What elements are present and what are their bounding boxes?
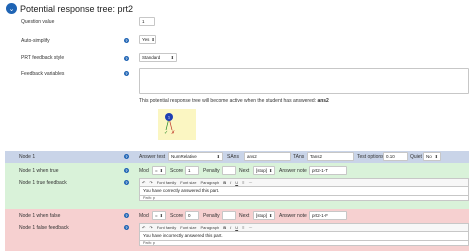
prt-title: Potential response tree: prt2	[20, 3, 134, 14]
false-score-label: Score	[170, 213, 184, 219]
prt-feedback-style-help-icon[interactable]: ?	[124, 56, 129, 61]
redo-icon[interactable]: ↷	[149, 225, 152, 230]
node-help-icon[interactable]: ?	[124, 154, 129, 159]
node-1-label: Node 1	[19, 154, 36, 160]
tans-label: TAns	[293, 154, 305, 160]
feedback-variables-help-icon[interactable]: ?	[124, 71, 129, 76]
list-icon[interactable]: ≡	[242, 225, 244, 230]
true-feedback-label: Node 1 true feedback	[19, 180, 67, 186]
prt-graph: 1 ✓ ✗	[158, 109, 196, 140]
prt-header[interactable]: ⌄ Potential response tree: prt2	[6, 3, 133, 14]
false-penalty-label: Penalty	[203, 213, 220, 219]
true-branch-help-icon[interactable]: ?	[124, 168, 129, 173]
false-branch-help-icon[interactable]: ?	[124, 213, 129, 218]
false-feedback-label: Node 1 false feedback	[19, 225, 69, 231]
auto-simplify-label: Auto-simplify	[21, 38, 50, 44]
true-editor-body[interactable]: You have correctly answered this part.	[139, 187, 469, 195]
false-next-label: Next	[239, 213, 250, 219]
prt-feedback-style-select[interactable]: Standard ⬍	[139, 53, 177, 62]
prt-feedback-style-label: PRT feedback style	[21, 55, 65, 61]
false-editor-body[interactable]: You have incorrectly answered this part.	[139, 232, 469, 240]
select-arrow-icon: ⬍	[159, 168, 163, 173]
false-mod-select[interactable]: = ⬍	[152, 211, 166, 220]
font-family-dropdown[interactable]: Font family	[157, 225, 177, 230]
font-family-dropdown[interactable]: Font family	[157, 180, 177, 185]
underline-icon[interactable]: U	[235, 225, 238, 230]
true-feedback-help-icon[interactable]: ?	[124, 180, 129, 185]
false-feedback-help-icon[interactable]: ?	[124, 225, 129, 230]
font-size-dropdown[interactable]: Font size	[180, 225, 196, 230]
feedback-variables-label: Feedback variables	[21, 71, 65, 77]
false-feedback-editor[interactable]: ↶ ↷ Font family Font size Paragraph B I …	[139, 223, 469, 246]
answer-test-label: Answer test	[139, 154, 166, 160]
true-score-input[interactable]: 1	[185, 166, 199, 175]
select-arrow-icon: ⬍	[151, 37, 155, 42]
select-arrow-icon: ⬍	[216, 154, 220, 159]
false-next-select[interactable]: [stop] ⬍	[253, 211, 275, 220]
activation-note: This potential response tree will become…	[139, 98, 329, 104]
quiet-select[interactable]: No ⬍	[423, 152, 441, 161]
true-feedback-editor[interactable]: ↶ ↷ Font family Font size Paragraph B I …	[139, 178, 469, 201]
undo-icon[interactable]: ↶	[142, 180, 145, 185]
false-answer-note-label: Answer note	[279, 213, 307, 219]
graph-true-mark: ✓	[164, 130, 168, 136]
true-score-label: Score	[170, 168, 184, 174]
select-arrow-icon: ⬍	[434, 154, 438, 159]
undo-icon[interactable]: ↶	[142, 225, 145, 230]
select-arrow-icon: ⬍	[269, 213, 273, 218]
false-penalty-input[interactable]	[222, 211, 236, 220]
true-answer-note-input[interactable]: prt2-1-T	[309, 166, 347, 175]
answer-test-select[interactable]: NumRelative ⬍	[168, 152, 223, 161]
sans-input[interactable]: ans2	[244, 152, 291, 161]
false-editor-path: Path: p	[139, 240, 469, 246]
tans-input[interactable]: Tans2	[307, 152, 354, 161]
false-mod-label: Mod	[139, 213, 149, 219]
question-value-label: Question value	[21, 19, 55, 25]
collapse-chevron-icon[interactable]: ⌄	[6, 3, 17, 14]
true-editor-toolbar: ↶ ↷ Font family Font size Paragraph B I …	[139, 178, 469, 187]
graph-false-mark: ✗	[171, 130, 175, 136]
true-penalty-label: Penalty	[203, 168, 220, 174]
question-value-input[interactable]: 1	[139, 17, 155, 26]
bold-icon[interactable]: B	[223, 180, 226, 185]
paragraph-dropdown[interactable]: Paragraph	[201, 225, 220, 230]
select-arrow-icon: ⬍	[159, 213, 163, 218]
true-next-select[interactable]: [stop] ⬍	[253, 166, 275, 175]
more-icon[interactable]: ⋯	[248, 225, 252, 230]
true-answer-note-label: Answer note	[279, 168, 307, 174]
more-icon[interactable]: ⋯	[248, 180, 252, 185]
test-options-input[interactable]: 0.10	[383, 152, 408, 161]
true-mod-select[interactable]: = ⬍	[152, 166, 166, 175]
true-next-label: Next	[239, 168, 250, 174]
true-branch-label: Node 1 when true	[19, 168, 59, 174]
false-editor-toolbar: ↶ ↷ Font family Font size Paragraph B I …	[139, 223, 469, 232]
true-mod-label: Mod	[139, 168, 149, 174]
paragraph-dropdown[interactable]: Paragraph	[201, 180, 220, 185]
false-answer-note-input[interactable]: prt2-1-F	[309, 211, 347, 220]
select-arrow-icon: ⬍	[269, 168, 273, 173]
font-size-dropdown[interactable]: Font size	[180, 180, 196, 185]
redo-icon[interactable]: ↷	[149, 180, 152, 185]
true-editor-path: Path: p	[139, 195, 469, 201]
sans-label: SAns	[227, 154, 239, 160]
quiet-label: Quiet	[410, 154, 422, 160]
bold-icon[interactable]: B	[223, 225, 226, 230]
auto-simplify-select[interactable]: Yes ⬍	[139, 35, 156, 44]
false-branch-label: Node 1 when false	[19, 213, 61, 219]
false-score-input[interactable]: 0	[185, 211, 199, 220]
auto-simplify-help-icon[interactable]: ?	[124, 38, 129, 43]
italic-icon[interactable]: I	[230, 225, 231, 230]
select-arrow-icon: ⬍	[170, 55, 174, 60]
list-icon[interactable]: ≡	[242, 180, 244, 185]
test-options-label: Test options	[357, 154, 384, 160]
feedback-variables-textarea[interactable]	[139, 68, 469, 94]
underline-icon[interactable]: U	[235, 180, 238, 185]
true-penalty-input[interactable]	[222, 166, 236, 175]
prt-graph-svg: 1 ✓ ✗	[164, 113, 175, 136]
italic-icon[interactable]: I	[230, 180, 231, 185]
